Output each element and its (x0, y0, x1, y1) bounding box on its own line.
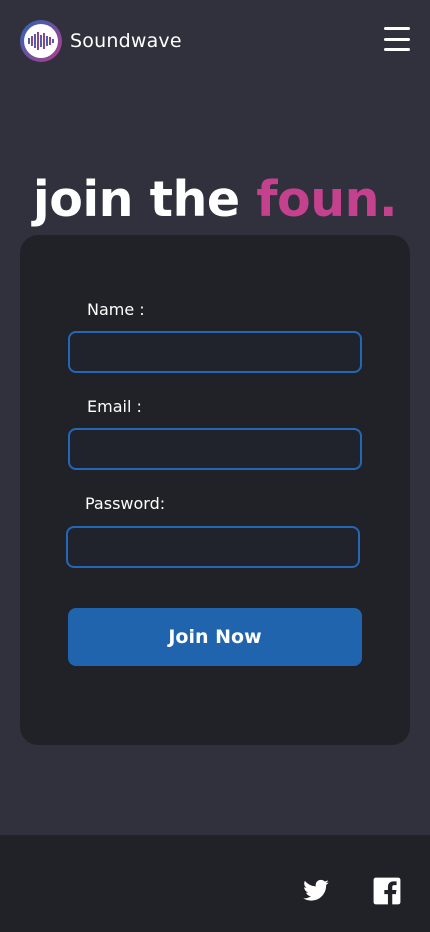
name-input[interactable] (68, 331, 362, 373)
title-prefix: join the (32, 170, 257, 228)
menu-bar-bottom (384, 48, 410, 51)
menu-bar-middle (384, 37, 410, 41)
email-input[interactable] (68, 428, 362, 470)
title-accent: foun. (256, 170, 398, 228)
facebook-icon[interactable] (373, 877, 401, 905)
password-label: Password: (85, 494, 166, 513)
footer (0, 835, 430, 932)
menu-bar-top (384, 27, 410, 30)
page-title: join the foun. (0, 169, 430, 231)
twitter-icon[interactable] (302, 877, 330, 905)
email-label: Email : (87, 397, 142, 416)
brand-name[interactable]: Soundwave (70, 28, 182, 54)
hamburger-menu-icon[interactable] (384, 27, 410, 51)
header: Soundwave (0, 0, 430, 80)
name-label: Name : (87, 300, 145, 319)
soundwave-bars-icon (24, 24, 58, 58)
signup-page: Soundwave join the foun. Name : Email : … (0, 0, 430, 932)
join-now-button[interactable]: Join Now (68, 608, 362, 666)
logo[interactable] (20, 20, 62, 62)
signup-form-card: Name : Email : Password: Join Now (20, 235, 410, 745)
password-input[interactable] (66, 526, 360, 568)
